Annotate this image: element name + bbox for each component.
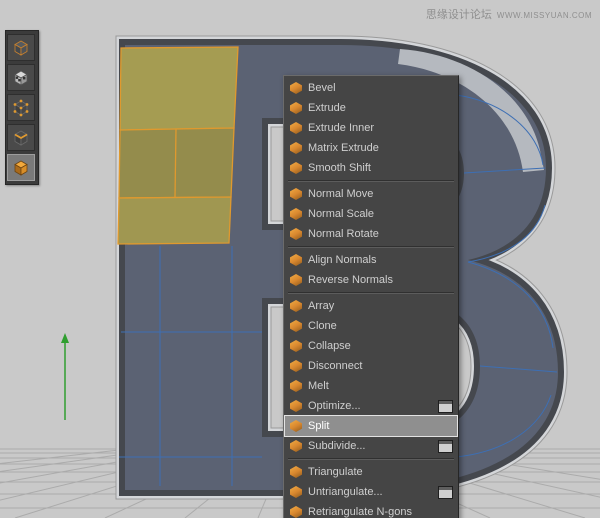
model-mode-button[interactable]: [7, 34, 35, 61]
menu-item-extrude-inner[interactable]: Extrude Inner: [285, 118, 457, 138]
normal-scale-icon: [290, 208, 302, 220]
polygon-mode-cube-icon: [11, 158, 31, 178]
menu-separator: [288, 180, 454, 182]
menu-item-label: Smooth Shift: [308, 162, 371, 174]
menu-item-matrix-extrude[interactable]: Matrix Extrude: [285, 138, 457, 158]
watermark-url: WWW.MISSYUAN.COM: [497, 11, 592, 20]
menu-item-reverse-normals[interactable]: Reverse Normals: [285, 270, 457, 290]
menu-item-melt[interactable]: Melt: [285, 376, 457, 396]
optimize-icon: [290, 400, 302, 412]
subdivide-icon: [290, 440, 302, 452]
menu-item-extrude[interactable]: Extrude: [285, 98, 457, 118]
y-axis-icon: [61, 333, 69, 420]
menu-item-label: Array: [308, 300, 334, 312]
menu-item-label: Reverse Normals: [308, 274, 393, 286]
menu-item-label: Optimize...: [308, 400, 361, 412]
menu-item-triangulate[interactable]: Triangulate: [285, 462, 457, 482]
menu-item-optimize[interactable]: Optimize...: [285, 396, 457, 416]
menu-item-normal-scale[interactable]: Normal Scale: [285, 204, 457, 224]
array-icon: [290, 300, 302, 312]
menu-item-untriangulate[interactable]: Untriangulate...: [285, 482, 457, 502]
mode-toolbar: [5, 30, 39, 185]
menu-item-clone[interactable]: Clone: [285, 316, 457, 336]
menu-item-label: Untriangulate...: [308, 486, 383, 498]
menu-separator: [288, 292, 454, 294]
melt-icon: [290, 380, 302, 392]
model-mode-cube-icon: [11, 38, 31, 58]
menu-item-label: Melt: [308, 380, 329, 392]
disconnect-icon: [290, 360, 302, 372]
menu-item-label: Retriangulate N-gons: [308, 506, 412, 518]
menu-item-collapse[interactable]: Collapse: [285, 336, 457, 356]
menu-item-bevel[interactable]: Bevel: [285, 78, 457, 98]
menu-item-label: Normal Move: [308, 188, 373, 200]
selected-polygons[interactable]: [118, 47, 238, 244]
menu-item-subdivide[interactable]: Subdivide...: [285, 436, 457, 456]
clone-icon: [290, 320, 302, 332]
align-normals-icon: [290, 254, 302, 266]
watermark-text: 思缘设计论坛: [426, 6, 492, 22]
menu-item-label: Normal Scale: [308, 208, 374, 220]
menu-item-label: Clone: [308, 320, 337, 332]
texture-mode-button[interactable]: [7, 64, 35, 91]
menu-item-label: Triangulate: [308, 466, 363, 478]
menu-separator: [288, 458, 454, 460]
menu-item-label: Bevel: [308, 82, 336, 94]
untriangulate-icon: [290, 486, 302, 498]
point-mode-button[interactable]: [7, 94, 35, 121]
menu-item-label: Normal Rotate: [308, 228, 379, 240]
options-dialog-icon[interactable]: [438, 400, 453, 413]
watermark: 思缘设计论坛 WWW.MISSYUAN.COM: [426, 6, 592, 22]
polygon-context-menu: Bevel Extrude Extrude Inner Matrix Extru…: [283, 75, 459, 518]
split-icon: [290, 420, 302, 432]
normal-rotate-icon: [290, 228, 302, 240]
menu-separator: [288, 246, 454, 248]
menu-item-disconnect[interactable]: Disconnect: [285, 356, 457, 376]
collapse-icon: [290, 340, 302, 352]
menu-item-align-normals[interactable]: Align Normals: [285, 250, 457, 270]
menu-item-label: Subdivide...: [308, 440, 365, 452]
extrude-icon: [290, 102, 302, 114]
edge-mode-button[interactable]: [7, 124, 35, 151]
menu-item-label: Matrix Extrude: [308, 142, 379, 154]
menu-item-label: Extrude Inner: [308, 122, 374, 134]
menu-item-split[interactable]: Split: [285, 416, 457, 436]
menu-item-label: Align Normals: [308, 254, 376, 266]
smooth-shift-icon: [290, 162, 302, 174]
triangulate-icon: [290, 466, 302, 478]
point-mode-cube-icon: [11, 98, 31, 118]
reverse-normals-icon: [290, 274, 302, 286]
retriangulate-ngons-icon: [290, 506, 302, 518]
extrude-inner-icon: [290, 122, 302, 134]
texture-mode-cube-icon: [11, 68, 31, 88]
normal-move-icon: [290, 188, 302, 200]
polygon-mode-button[interactable]: [7, 154, 35, 181]
options-dialog-icon[interactable]: [438, 486, 453, 499]
menu-item-normal-move[interactable]: Normal Move: [285, 184, 457, 204]
menu-item-retriangulate-n-gons[interactable]: Retriangulate N-gons: [285, 502, 457, 518]
menu-item-smooth-shift[interactable]: Smooth Shift: [285, 158, 457, 178]
options-dialog-icon[interactable]: [438, 440, 453, 453]
edge-mode-cube-icon: [11, 128, 31, 148]
application-window: 思缘设计论坛 WWW.MISSYUAN.COM: [0, 0, 600, 518]
menu-item-array[interactable]: Array: [285, 296, 457, 316]
bevel-icon: [290, 82, 302, 94]
menu-item-label: Collapse: [308, 340, 351, 352]
menu-item-label: Disconnect: [308, 360, 362, 372]
matrix-extrude-icon: [290, 142, 302, 154]
menu-item-normal-rotate[interactable]: Normal Rotate: [285, 224, 457, 244]
menu-item-label: Extrude: [308, 102, 346, 114]
menu-item-label: Split: [308, 420, 329, 432]
